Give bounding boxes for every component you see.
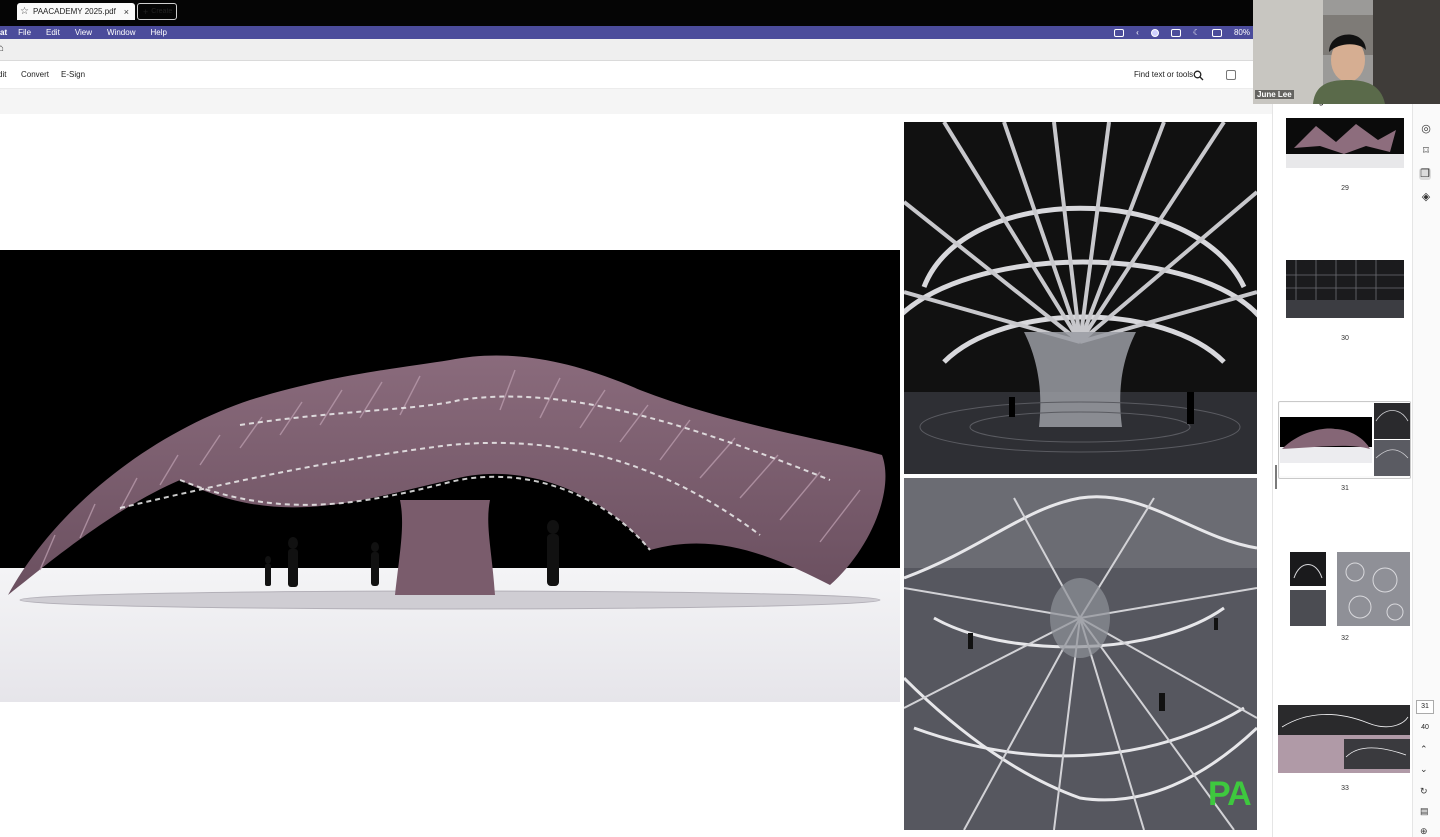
tab-strip (0, 39, 1253, 61)
chevron-up-icon[interactable]: ⌃ (1420, 744, 1428, 755)
convert-tool[interactable]: Convert (21, 70, 49, 79)
menu-view[interactable]: View (75, 26, 92, 39)
create-button[interactable]: + Create (137, 3, 177, 20)
menu-app-name[interactable]: at (0, 26, 7, 39)
status-area: ‹ ☾ 80% (1114, 26, 1250, 39)
menu-edit[interactable]: Edit (46, 26, 60, 39)
profile-icon[interactable] (1150, 28, 1159, 37)
toolbar: dit Convert E-Sign Find text or tools (0, 61, 1253, 89)
moon-icon[interactable]: ☾ (1193, 26, 1200, 39)
document-gap (0, 89, 1272, 114)
display-icon[interactable] (1114, 28, 1125, 37)
thumbnail-label-30: 30 (1341, 335, 1349, 342)
thumbnail-label-32: 32 (1341, 635, 1349, 642)
total-pages: 40 (1421, 724, 1429, 731)
find-tools-label[interactable]: Find text or tools (1134, 70, 1193, 79)
zoom-icon[interactable]: ⊕ (1420, 826, 1428, 837)
pavilion-render-interior (904, 122, 1257, 474)
menu-help[interactable]: Help (150, 26, 166, 39)
pavilion-render-aerial (904, 478, 1257, 830)
menu-window[interactable]: Window (107, 26, 135, 39)
thumbnail-label-29: 29 (1341, 185, 1349, 192)
thumbnail-page-31[interactable] (1280, 403, 1410, 476)
thumbnail-label-31: 31 (1341, 485, 1349, 492)
screen-icon[interactable] (1170, 28, 1181, 37)
plus-icon: + (143, 6, 149, 17)
rotate-icon[interactable]: ↻ (1420, 786, 1428, 797)
pages-icon[interactable]: ❐ (1419, 168, 1431, 180)
document-icon[interactable]: ▤ (1420, 806, 1429, 817)
user-icon[interactable] (1211, 28, 1222, 37)
screen-top-strip (0, 0, 1440, 26)
thumbnail-page-30[interactable] (1286, 260, 1404, 318)
save-icon[interactable] (1226, 70, 1236, 80)
thumbnail-page-32[interactable] (1290, 552, 1410, 626)
edit-tool[interactable]: dit (0, 70, 6, 79)
search-icon[interactable] (1193, 70, 1204, 81)
chevron-left-icon[interactable]: ‹ (1136, 26, 1139, 39)
thumbnail-page-29[interactable] (1286, 118, 1404, 168)
battery-level: 80% (1233, 28, 1250, 37)
webcam-video (1253, 0, 1440, 104)
create-label: Create (151, 8, 173, 15)
bookmark-icon[interactable]: ⌑ (1420, 145, 1432, 157)
current-page-input[interactable]: 31 (1416, 700, 1434, 714)
menu-file[interactable]: File (18, 26, 31, 39)
esign-tool[interactable]: E-Sign (61, 70, 85, 79)
tab-close-button[interactable]: × (124, 7, 129, 17)
home-icon[interactable]: ⌂ (0, 43, 4, 54)
star-icon[interactable]: ☆ (20, 6, 29, 17)
thumbnail-page-33[interactable] (1278, 705, 1410, 773)
tab-document[interactable]: ☆ PAACADEMY 2025.pdf × (17, 3, 135, 20)
thumbnail-label-33: 33 (1341, 785, 1349, 792)
paacademy-watermark: PA (1208, 775, 1252, 813)
tab-document-title: PAACADEMY 2025.pdf (32, 7, 116, 16)
participant-name: June Lee (1255, 90, 1294, 99)
comment-icon[interactable]: ◎ (1420, 123, 1432, 135)
pavilion-render-main (0, 250, 900, 702)
menu-bar: at File Edit View Window Help ‹ ☾ 80% (0, 26, 1440, 39)
layers-icon[interactable]: ◈ (1420, 191, 1432, 203)
chevron-down-icon[interactable]: ⌄ (1420, 764, 1428, 775)
